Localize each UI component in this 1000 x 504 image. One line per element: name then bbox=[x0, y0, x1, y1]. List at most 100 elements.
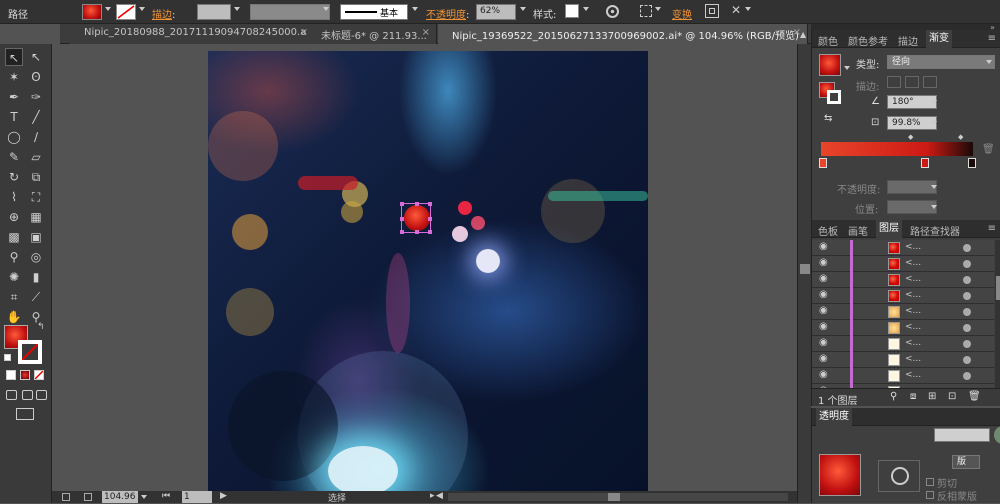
screen-mode-icon[interactable] bbox=[16, 408, 34, 420]
layer-row[interactable]: ◉ <... bbox=[812, 368, 994, 384]
layer-row[interactable]: ◉ <... bbox=[812, 288, 994, 304]
artboard-tool-icon[interactable]: ⌗ bbox=[5, 288, 23, 306]
tab-pathfinder[interactable]: 路径查找器 bbox=[910, 223, 960, 238]
angle-dropdown-icon[interactable] bbox=[931, 100, 937, 104]
canvas-area[interactable] bbox=[52, 44, 797, 491]
rotate-tool-icon[interactable]: ↻ bbox=[5, 168, 23, 186]
panel-menu-icon[interactable]: ≡ bbox=[988, 223, 996, 234]
tab-layers[interactable]: 图层 bbox=[876, 220, 902, 238]
first-artboard-icon[interactable]: ⏮ bbox=[162, 491, 170, 501]
direct-selection-tool-icon[interactable]: ↖ bbox=[27, 48, 45, 66]
perspective-grid-tool-icon[interactable]: ▦ bbox=[27, 208, 45, 226]
close-tab-icon[interactable]: × bbox=[422, 27, 430, 38]
symbol-sprayer-tool-icon[interactable]: ✺ bbox=[5, 268, 23, 286]
visibility-eye-icon[interactable]: ◉ bbox=[819, 289, 828, 300]
selection-tool-icon[interactable]: ↖ bbox=[5, 48, 23, 66]
layer-row[interactable]: ◉ <... bbox=[812, 304, 994, 320]
draw-inside-icon[interactable] bbox=[36, 390, 47, 400]
clip-checkbox[interactable] bbox=[926, 478, 934, 486]
horizontal-scrollbar[interactable] bbox=[448, 493, 788, 501]
style-dropdown-icon[interactable] bbox=[583, 7, 589, 11]
delete-layer-icon[interactable]: 🗑 bbox=[968, 391, 981, 402]
graphic-style-swatch[interactable] bbox=[565, 4, 579, 18]
target-icon[interactable] bbox=[963, 276, 971, 284]
color-mode-icon[interactable] bbox=[6, 370, 16, 380]
stroke-swatch[interactable] bbox=[116, 4, 136, 20]
target-icon[interactable] bbox=[963, 324, 971, 332]
doc-info-icon[interactable] bbox=[62, 493, 70, 501]
status-menu-icon[interactable]: ▸ bbox=[430, 491, 435, 501]
tab-stroke[interactable]: 描边 bbox=[898, 33, 918, 48]
column-graph-tool-icon[interactable]: ▮ bbox=[27, 268, 45, 286]
tab-gradient[interactable]: 渐变 bbox=[926, 30, 952, 48]
mask-thumbnail[interactable] bbox=[878, 460, 920, 492]
fill-swatch[interactable] bbox=[82, 4, 102, 20]
variable-width-profile[interactable] bbox=[250, 4, 330, 20]
gradient-thumbnail[interactable] bbox=[819, 54, 841, 76]
layer-row[interactable]: ◉ <... bbox=[812, 336, 994, 352]
stop-location-field[interactable] bbox=[887, 200, 937, 214]
lasso-tool-icon[interactable]: ʘ bbox=[27, 68, 45, 86]
default-colors-icon[interactable] bbox=[4, 354, 11, 361]
eraser-tool-icon[interactable]: ▱ bbox=[27, 148, 45, 166]
angle-field[interactable]: 180° bbox=[887, 95, 937, 109]
stroke-weight-dropdown-icon[interactable] bbox=[234, 7, 240, 11]
midpoint-diamond-icon[interactable]: ◆ bbox=[958, 133, 963, 141]
new-sublayer-icon[interactable]: ⊞ bbox=[928, 391, 936, 402]
visibility-eye-icon[interactable]: ◉ bbox=[819, 337, 828, 348]
scale-tool-icon[interactable]: ⧉ bbox=[27, 168, 45, 186]
tab-document-2[interactable]: 未标题-6* @ 211.93... × bbox=[307, 24, 437, 44]
target-icon[interactable] bbox=[963, 244, 971, 252]
transform-link[interactable]: 变换 bbox=[672, 10, 692, 21]
artboard-number-field[interactable]: 1 bbox=[182, 491, 212, 503]
vertical-scroll-thumb[interactable] bbox=[800, 264, 810, 274]
next-artboard-icon[interactable]: ▶ bbox=[220, 491, 227, 501]
paintbrush-tool-icon[interactable]: ∕ bbox=[27, 128, 45, 146]
pen-tool-icon[interactable]: ✒ bbox=[5, 88, 23, 106]
type-tool-icon[interactable]: T bbox=[5, 108, 23, 126]
gradient-tool-icon[interactable]: ▣ bbox=[27, 228, 45, 246]
visibility-eye-icon[interactable]: ◉ bbox=[819, 273, 828, 284]
target-icon[interactable] bbox=[963, 356, 971, 364]
layer-row[interactable]: ◉ <... bbox=[812, 240, 994, 256]
layers-list[interactable]: ◉ <... ◉ <... ◉ <... ◉ <... ◉ <... ◉ <... ◉ <... ◉ <...… bbox=[812, 240, 994, 388]
brush-dropdown-icon[interactable] bbox=[412, 7, 418, 11]
target-icon[interactable] bbox=[963, 260, 971, 268]
mesh-tool-icon[interactable]: ▩ bbox=[5, 228, 23, 246]
artboard-nav-icon[interactable] bbox=[84, 493, 92, 501]
stop-location-dropdown-icon[interactable] bbox=[931, 205, 937, 209]
slice-tool-icon[interactable]: ⟋ bbox=[27, 288, 45, 306]
horizontal-scroll-thumb[interactable] bbox=[608, 493, 620, 501]
target-icon[interactable] bbox=[963, 340, 971, 348]
layer-row[interactable]: ◉ <... bbox=[812, 320, 994, 336]
aspect-ratio-field[interactable]: 99.8% bbox=[887, 116, 937, 130]
shape-builder-tool-icon[interactable]: ⊕ bbox=[5, 208, 23, 226]
stroke-color-box[interactable] bbox=[18, 340, 42, 364]
none-mode-icon[interactable] bbox=[34, 370, 44, 380]
zoom-dropdown-icon[interactable] bbox=[141, 495, 147, 499]
opacity-link[interactable]: 不透明度 bbox=[426, 10, 466, 21]
delete-stop-icon[interactable]: 🗑 bbox=[982, 144, 995, 155]
stop-opacity-dropdown-icon[interactable] bbox=[931, 185, 937, 189]
visibility-eye-icon[interactable]: ◉ bbox=[819, 321, 828, 332]
curvature-tool-icon[interactable]: ✑ bbox=[27, 88, 45, 106]
warp-tool-icon[interactable]: ⌇ bbox=[5, 188, 23, 206]
visibility-eye-icon[interactable]: ◉ bbox=[819, 353, 828, 364]
vertical-scrollbar[interactable]: ▲ bbox=[797, 30, 811, 503]
scroll-up-icon[interactable]: ▲ bbox=[800, 30, 808, 39]
tab-brushes[interactable]: 画笔 bbox=[848, 223, 868, 238]
ellipse-tool-icon[interactable]: ◯ bbox=[5, 128, 23, 146]
recolor-artwork-icon[interactable] bbox=[606, 5, 619, 18]
gradient-slider[interactable] bbox=[821, 142, 973, 156]
magic-wand-tool-icon[interactable]: ✶ bbox=[5, 68, 23, 86]
visibility-eye-icon[interactable]: ◉ bbox=[819, 257, 828, 268]
visibility-eye-icon[interactable]: ◉ bbox=[819, 369, 828, 380]
reverse-gradient-icon[interactable]: ⇆ bbox=[824, 113, 832, 124]
stroke-weight-field[interactable] bbox=[197, 4, 231, 20]
tab-document-active[interactable]: Nipic_19369522_20150627133700969002.ai* … bbox=[438, 24, 808, 44]
stroke-along-icon[interactable] bbox=[905, 76, 919, 88]
stroke-dropdown-icon[interactable] bbox=[139, 7, 145, 11]
new-layer-icon[interactable]: ⊡ bbox=[948, 391, 956, 402]
free-transform-tool-icon[interactable]: ⛶ bbox=[27, 188, 45, 206]
zoom-field[interactable]: 104.96 bbox=[102, 491, 138, 503]
